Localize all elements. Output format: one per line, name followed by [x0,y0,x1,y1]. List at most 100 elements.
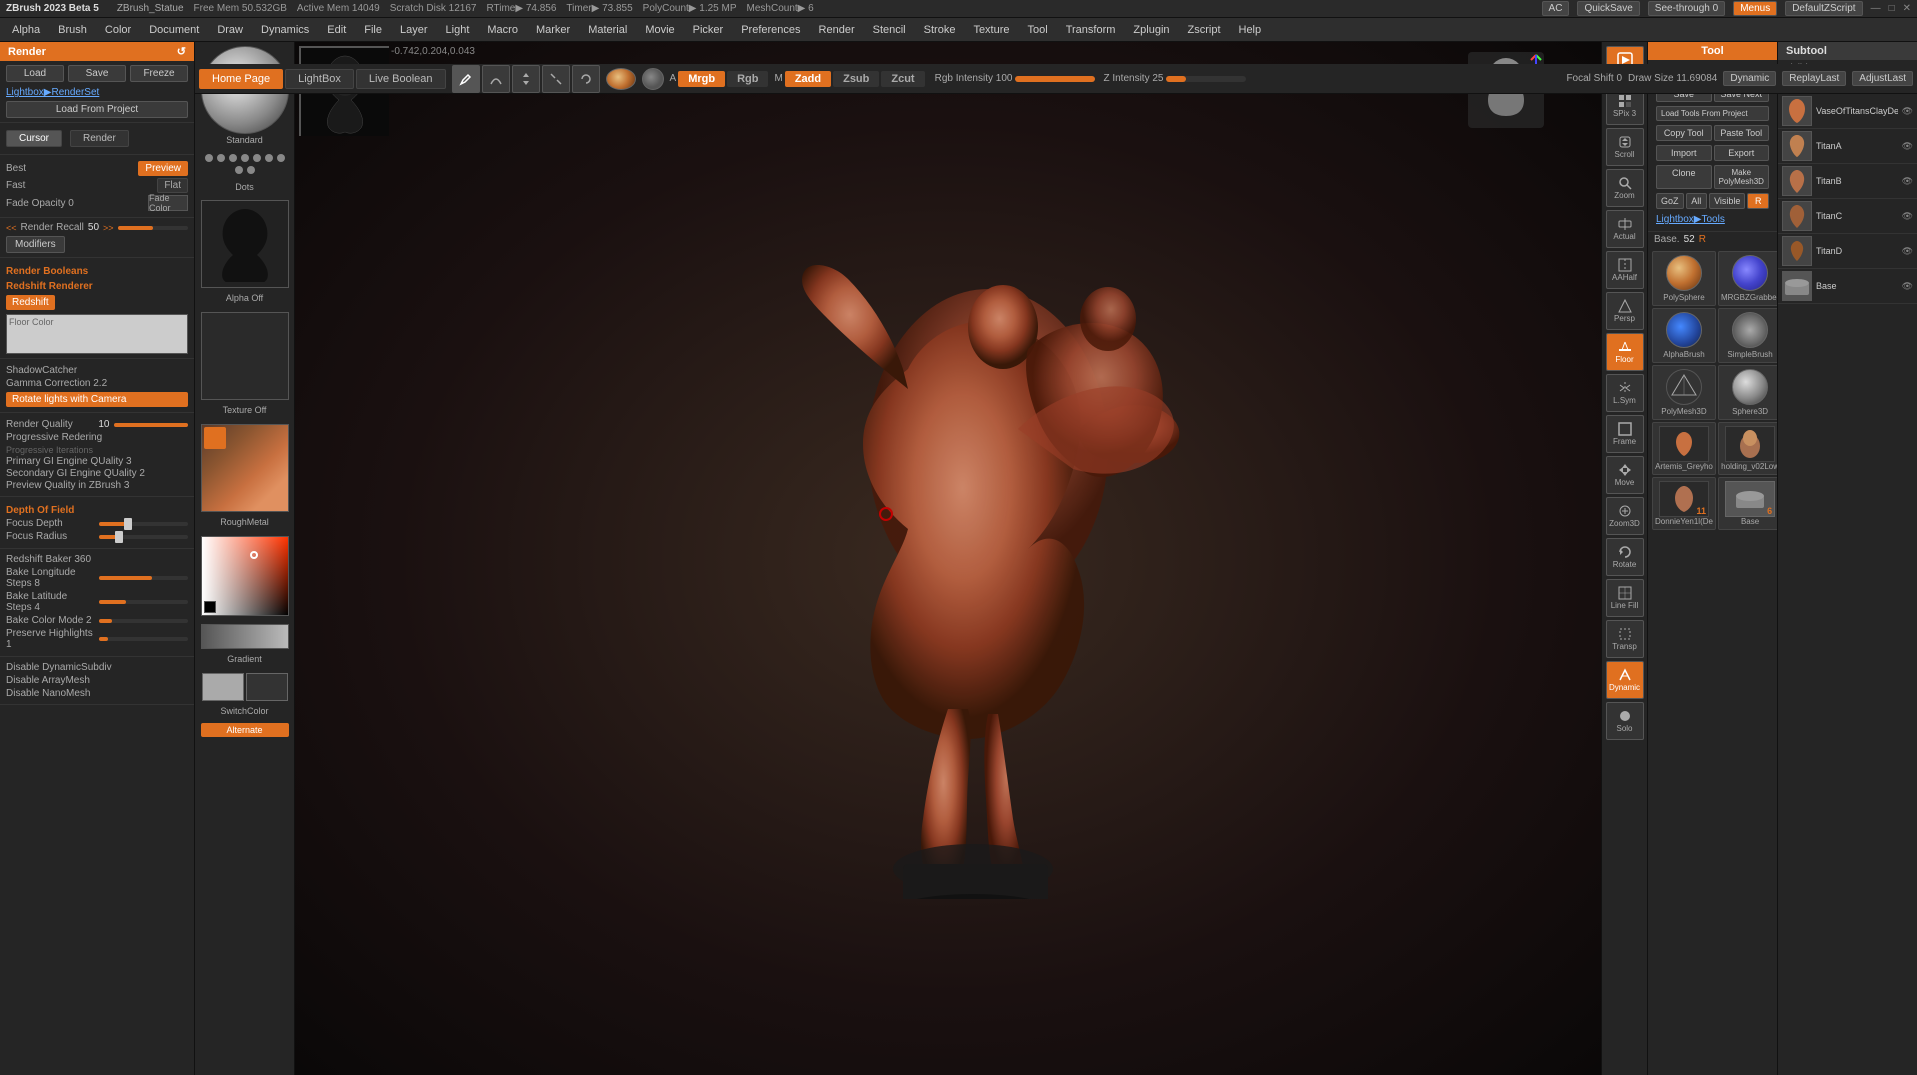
load-button[interactable]: Load [6,65,64,82]
menus-button[interactable]: Menus [1733,1,1777,16]
refresh-icon[interactable]: ↺ [177,45,186,58]
menu-document[interactable]: Document [141,22,207,38]
subtool-vase-item[interactable]: VaseOfTitansClayDecimated_v 👁 [1778,94,1917,129]
subtool-titana-item[interactable]: TitanA 👁 [1778,129,1917,164]
dark-swatch[interactable] [246,673,288,701]
light-swatch[interactable] [202,673,244,701]
current-material-ball[interactable] [606,68,636,90]
simple-brush-item[interactable]: SimpleBrush [1718,308,1777,363]
z-intensity-track[interactable] [1166,76,1246,82]
artemis-item[interactable]: Artemis_Greyho [1652,422,1716,475]
move-button[interactable]: Move [1606,456,1644,494]
mrgb-grabber-item[interactable]: MRGBZGrabber [1718,251,1777,306]
menu-file[interactable]: File [356,22,390,38]
load-from-project-button[interactable]: Load From Project [6,101,188,118]
draw-mode-btn[interactable] [482,65,510,93]
scroll-button[interactable]: Scroll [1606,128,1644,166]
r-button[interactable]: R [1747,193,1769,209]
subtool-titanc-item[interactable]: TitanC 👁 [1778,199,1917,234]
menu-movie[interactable]: Movie [637,22,682,38]
menu-stroke[interactable]: Stroke [916,22,964,38]
rough-metal-preview[interactable] [201,424,289,512]
subtool-base-item[interactable]: Base 👁 [1778,269,1917,304]
transp-button[interactable]: Transp [1606,620,1644,658]
see-through-button[interactable]: See-through 0 [1648,1,1725,16]
replay-last-btn[interactable]: ReplayLast [1782,71,1846,86]
menu-zscript[interactable]: Zscript [1180,22,1229,38]
disable-dynsubdiv[interactable]: Disable DynamicSubdiv [6,661,188,674]
menu-tool[interactable]: Tool [1020,22,1056,38]
poly-mesh3d-item[interactable]: PolyMesh3D [1652,365,1716,420]
menu-preferences[interactable]: Preferences [733,22,808,38]
maximize-button[interactable]: □ [1889,3,1895,14]
zcut-button[interactable]: Zcut [881,71,924,87]
edit-mode-btn[interactable] [452,65,480,93]
load-tools-from-project-button[interactable]: Load Tools From Project [1656,106,1769,121]
preview-option[interactable]: Preview [138,161,188,176]
rgb-intensity-track[interactable] [1015,76,1095,82]
clone-button[interactable]: Clone [1656,165,1712,189]
disable-nanomesh[interactable]: Disable NanoMesh [6,687,188,700]
poly-sphere-item[interactable]: PolySphere [1652,251,1716,306]
make-poly-mesh-button[interactable]: Make PolyMesh3D [1714,165,1770,189]
rgb-button[interactable]: Rgb [727,71,768,87]
alpha-brush-item[interactable]: AlphaBrush [1652,308,1716,363]
lightbox-tools-link[interactable]: Lightbox▶Tools [1656,214,1725,225]
aahal-button[interactable]: AAHalf [1606,251,1644,289]
persp-button[interactable]: Persp [1606,292,1644,330]
render-tab[interactable]: Render [70,130,129,147]
subtool-titand-item[interactable]: TitanD 👁 [1778,234,1917,269]
all-button[interactable]: All [1686,193,1708,209]
floor-color-swatch[interactable]: Floor Color [6,314,188,354]
subtool-titanb-item[interactable]: TitanB 👁 [1778,164,1917,199]
sphere3d-item[interactable]: Sphere3D [1718,365,1777,420]
close-button[interactable]: ✕ [1903,3,1911,14]
secondary-material-ball[interactable] [642,68,664,90]
adjust-last-btn[interactable]: AdjustLast [1852,71,1913,86]
import-button[interactable]: Import [1656,145,1712,161]
actual-button[interactable]: Actual [1606,210,1644,248]
menu-draw[interactable]: Draw [209,22,251,38]
move-mode-btn[interactable] [512,65,540,93]
save-button[interactable]: Save [68,65,126,82]
cursor-tab[interactable]: Cursor [6,130,62,147]
menu-macro[interactable]: Macro [479,22,526,38]
flat-option[interactable]: Flat [157,178,188,193]
freeze-button[interactable]: Freeze [130,65,188,82]
floor-button[interactable]: Floor [1606,333,1644,371]
fade-color-swatch[interactable]: Fade Color [148,195,188,211]
paste-tool-button[interactable]: Paste Tool [1714,125,1770,141]
dynamic-button[interactable]: Dynamic [1606,661,1644,699]
disable-arraymesh[interactable]: Disable ArrayMesh [6,674,188,687]
modifiers-button[interactable]: Modifiers [6,236,65,253]
menu-marker[interactable]: Marker [528,22,578,38]
frame-button[interactable]: Frame [1606,415,1644,453]
scale-mode-btn[interactable] [542,65,570,93]
minimize-button[interactable]: — [1871,3,1881,14]
menu-brush[interactable]: Brush [50,22,95,38]
donnie-item[interactable]: 11 DonnieYen1l(De [1652,477,1716,530]
gradient-preview[interactable] [201,624,289,649]
live-boolean-tab[interactable]: Live Boolean [356,69,446,89]
menu-stencil[interactable]: Stencil [865,22,914,38]
menu-dynamics[interactable]: Dynamics [253,22,317,38]
lightbox-tab[interactable]: LightBox [285,69,354,89]
menu-alpha[interactable]: Alpha [4,22,48,38]
color-picker[interactable] [201,536,289,616]
dynamic-draw-btn[interactable]: Dynamic [1723,71,1776,86]
holding-item[interactable]: holding_v02Low [1718,422,1777,475]
zsub-button[interactable]: Zsub [833,71,879,87]
ac-button[interactable]: AC [1542,1,1570,16]
zadd-button[interactable]: Zadd [785,71,831,87]
base-item[interactable]: 6 Base [1718,477,1777,530]
rotate-mode-btn[interactable] [572,65,600,93]
mrgb-button[interactable]: Mrgb [678,71,725,87]
quick-save-button[interactable]: QuickSave [1577,1,1639,16]
menu-render[interactable]: Render [811,22,863,38]
goz-button[interactable]: GoZ [1656,193,1684,209]
default-script-button[interactable]: DefaultZScript [1785,1,1862,16]
lsym-button[interactable]: L.Sym [1606,374,1644,412]
copy-tool-button[interactable]: Copy Tool [1656,125,1712,141]
lightbox-render-set-link[interactable]: Lightbox▶RenderSet [6,87,99,98]
menu-picker[interactable]: Picker [685,22,732,38]
